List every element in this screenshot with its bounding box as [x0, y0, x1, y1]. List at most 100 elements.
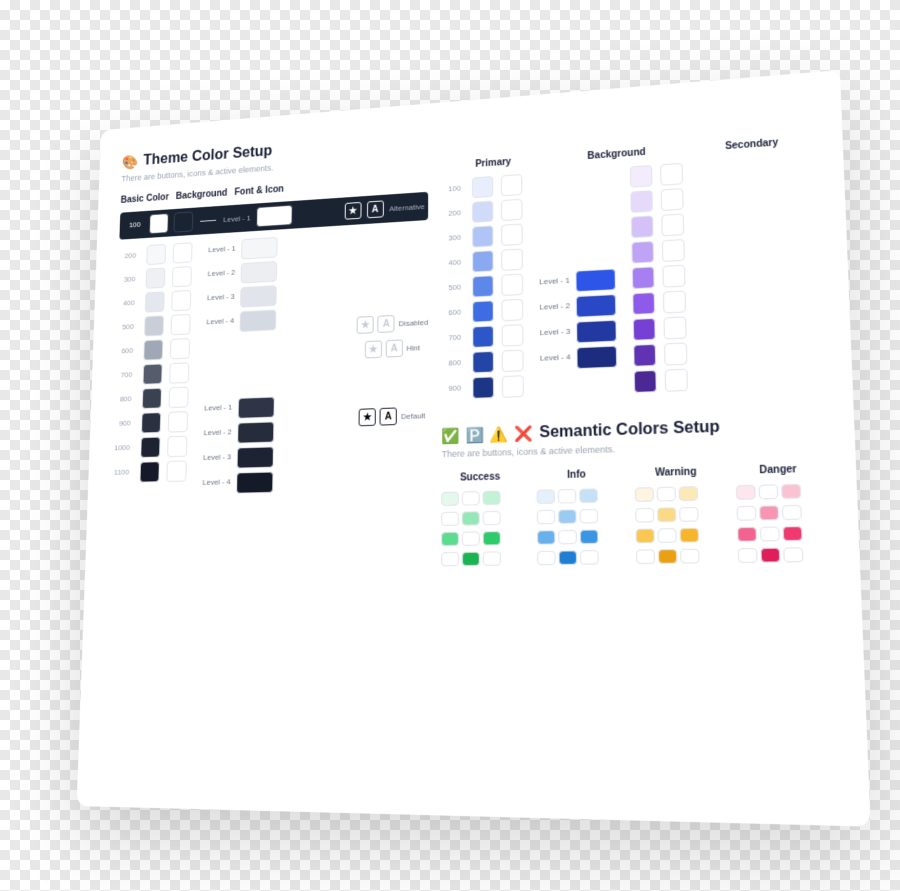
- swatch[interactable]: [502, 273, 524, 295]
- swatch[interactable]: [171, 313, 191, 334]
- swatch[interactable]: [630, 164, 653, 187]
- swatch[interactable]: [149, 213, 169, 234]
- swatch[interactable]: [141, 412, 161, 433]
- swatch[interactable]: [665, 368, 688, 391]
- swatch[interactable]: [237, 421, 274, 443]
- swatch[interactable]: [660, 162, 683, 185]
- star-icon[interactable]: ★: [359, 408, 376, 426]
- swatch[interactable]: [501, 198, 523, 220]
- swatch[interactable]: [662, 239, 685, 262]
- swatch[interactable]: [558, 488, 576, 503]
- letter-icon[interactable]: A: [367, 200, 384, 218]
- swatch[interactable]: [680, 527, 699, 542]
- swatch[interactable]: [738, 526, 758, 541]
- swatch[interactable]: [635, 487, 654, 502]
- swatch[interactable]: [576, 294, 617, 318]
- swatch[interactable]: [783, 526, 803, 541]
- swatch[interactable]: [663, 290, 686, 313]
- swatch[interactable]: [236, 446, 273, 468]
- swatch[interactable]: [761, 547, 781, 562]
- swatch[interactable]: [664, 342, 687, 365]
- swatch[interactable]: [173, 211, 193, 232]
- swatch[interactable]: [658, 528, 677, 543]
- swatch[interactable]: [632, 292, 655, 315]
- swatch[interactable]: [501, 173, 522, 195]
- swatch[interactable]: [473, 275, 494, 297]
- swatch[interactable]: [143, 339, 163, 360]
- swatch[interactable]: [145, 291, 165, 312]
- swatch[interactable]: [170, 338, 190, 359]
- swatch[interactable]: [473, 250, 494, 272]
- swatch[interactable]: [537, 489, 555, 504]
- swatch[interactable]: [664, 316, 687, 339]
- swatch[interactable]: [759, 484, 779, 499]
- swatch[interactable]: [580, 508, 599, 523]
- swatch[interactable]: [168, 386, 188, 407]
- swatch[interactable]: [168, 411, 188, 432]
- swatch[interactable]: [462, 511, 480, 525]
- swatch[interactable]: [632, 266, 655, 289]
- swatch[interactable]: [631, 215, 654, 238]
- swatch[interactable]: [559, 550, 578, 565]
- swatch[interactable]: [784, 547, 804, 562]
- swatch[interactable]: [472, 200, 493, 222]
- swatch[interactable]: [631, 190, 654, 213]
- swatch[interactable]: [738, 547, 758, 562]
- swatch[interactable]: [502, 349, 524, 372]
- swatch[interactable]: [172, 266, 192, 287]
- swatch[interactable]: [636, 549, 655, 564]
- swatch[interactable]: [680, 506, 699, 521]
- swatch[interactable]: [140, 436, 160, 457]
- swatch[interactable]: [483, 510, 501, 524]
- swatch[interactable]: [167, 435, 187, 456]
- swatch[interactable]: [462, 491, 480, 505]
- swatch[interactable]: [580, 488, 599, 503]
- swatch[interactable]: [681, 548, 700, 563]
- swatch[interactable]: [169, 362, 189, 383]
- swatch[interactable]: [657, 486, 676, 501]
- swatch[interactable]: [576, 268, 617, 292]
- swatch[interactable]: [634, 369, 657, 392]
- letter-icon[interactable]: A: [380, 407, 397, 425]
- swatch[interactable]: [239, 309, 276, 331]
- swatch[interactable]: [473, 376, 495, 398]
- swatch[interactable]: [581, 550, 600, 565]
- swatch[interactable]: [236, 471, 273, 493]
- swatch[interactable]: [537, 509, 555, 524]
- swatch[interactable]: [256, 204, 293, 227]
- swatch[interactable]: [173, 242, 193, 263]
- star-icon[interactable]: ★: [344, 201, 361, 219]
- swatch[interactable]: [782, 504, 802, 519]
- swatch[interactable]: [473, 325, 495, 347]
- swatch[interactable]: [473, 350, 495, 372]
- swatch[interactable]: [473, 225, 494, 247]
- swatch[interactable]: [661, 213, 684, 236]
- swatch[interactable]: [462, 531, 480, 545]
- swatch[interactable]: [502, 298, 524, 320]
- swatch[interactable]: [633, 317, 656, 340]
- swatch[interactable]: [760, 526, 780, 541]
- swatch[interactable]: [442, 551, 460, 565]
- swatch[interactable]: [473, 300, 495, 322]
- swatch[interactable]: [636, 507, 655, 522]
- swatch[interactable]: [631, 240, 654, 263]
- swatch[interactable]: [633, 343, 656, 366]
- swatch[interactable]: [483, 551, 501, 565]
- swatch[interactable]: [241, 236, 278, 259]
- swatch[interactable]: [580, 529, 599, 544]
- swatch[interactable]: [442, 511, 460, 525]
- swatch[interactable]: [537, 530, 555, 545]
- swatch[interactable]: [483, 490, 501, 504]
- swatch[interactable]: [538, 550, 556, 565]
- swatch[interactable]: [462, 551, 480, 565]
- swatch[interactable]: [636, 528, 655, 543]
- swatch[interactable]: [144, 315, 164, 336]
- swatch[interactable]: [442, 531, 460, 545]
- swatch[interactable]: [502, 375, 524, 398]
- swatch[interactable]: [658, 507, 677, 522]
- swatch[interactable]: [577, 345, 618, 369]
- swatch[interactable]: [237, 396, 274, 418]
- swatch[interactable]: [502, 324, 524, 347]
- swatch[interactable]: [661, 188, 684, 211]
- swatch[interactable]: [559, 509, 578, 524]
